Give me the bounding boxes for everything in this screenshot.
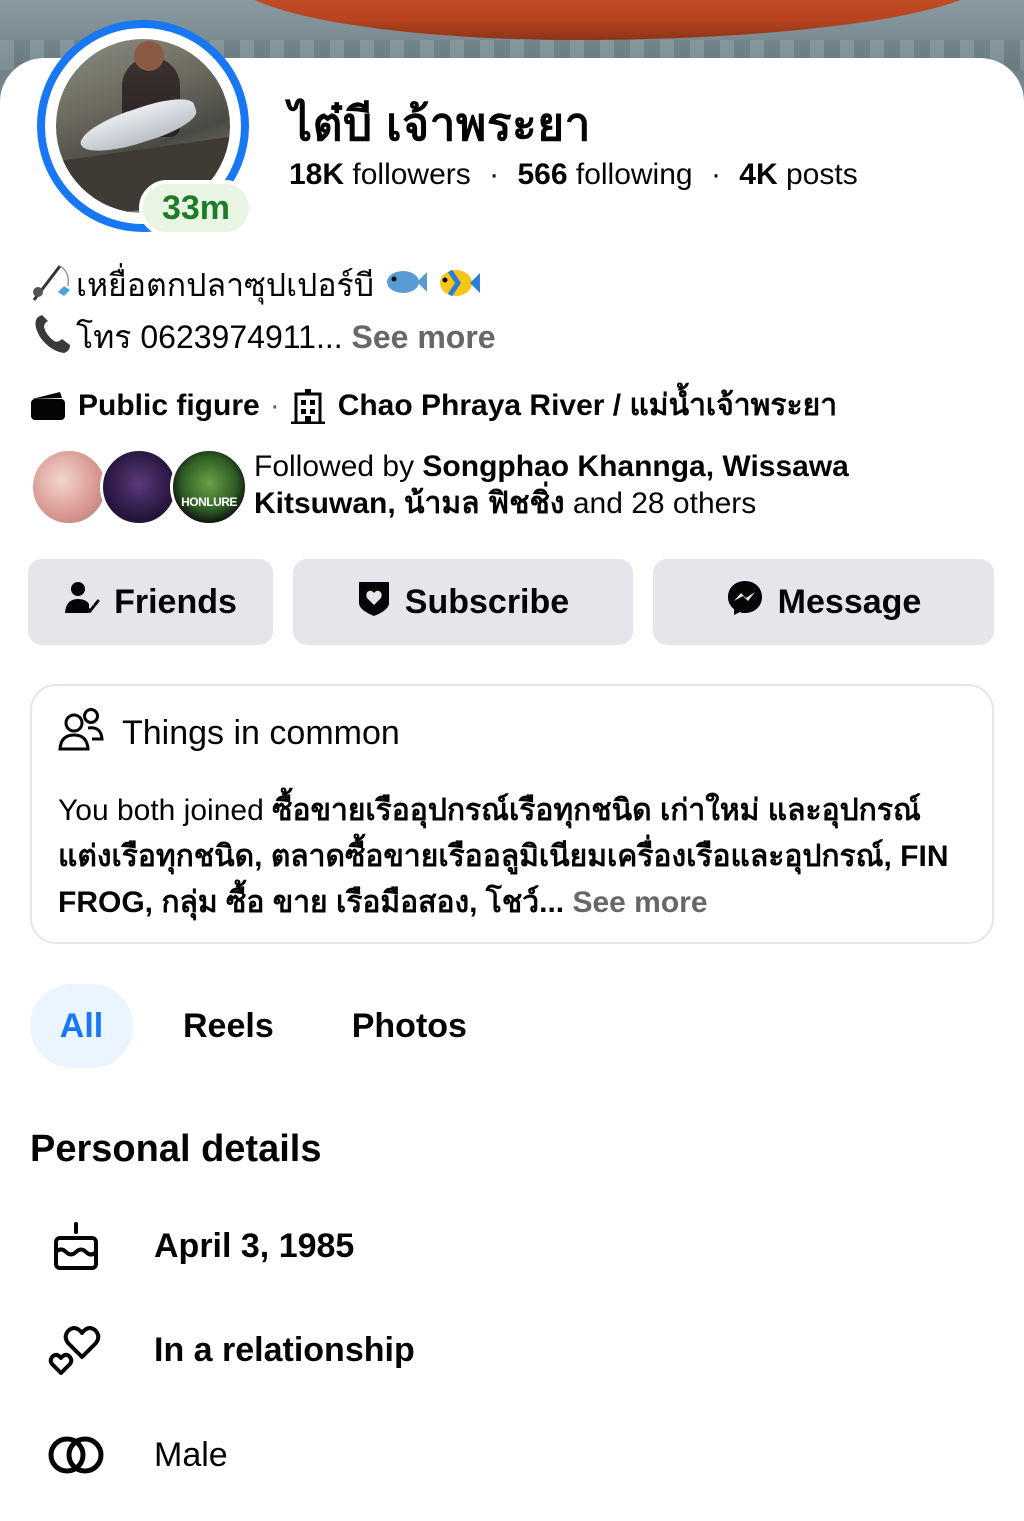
posts-label: posts (785, 158, 858, 191)
cover-boat (230, 0, 990, 40)
bio-text-1: เหยื่อตกปลาซุปเปอร์บี (76, 266, 375, 303)
stat-separator: · (489, 158, 500, 191)
building-icon (290, 388, 326, 424)
common-prefix: You both joined (58, 794, 264, 827)
relationship-row: In a relationship (46, 1320, 415, 1380)
category-text: Public figure (78, 388, 260, 422)
following-count: 566 (517, 158, 568, 191)
followers-stat[interactable]: 18K followers (289, 158, 471, 191)
personal-details-title: Personal details (30, 1128, 322, 1170)
followers-label: followers (352, 158, 471, 191)
friends-button[interactable]: Friends (28, 559, 273, 645)
fishing-rod-icon (30, 262, 76, 313)
common-see-more-link[interactable]: See more (572, 886, 707, 919)
tropical-fish-icon (436, 263, 480, 312)
people-icon (58, 707, 104, 760)
mutual-followers[interactable]: HONLURE Followed by Songphao Khannga, Wi… (30, 448, 894, 526)
hearts-icon (46, 1320, 106, 1380)
gender-value: Male (154, 1435, 228, 1474)
phone-icon (30, 313, 76, 366)
person-check-icon (64, 580, 100, 625)
followers-count: 18K (289, 158, 345, 191)
relationship-value: In a relationship (154, 1330, 415, 1369)
things-in-common-title: Things in common (122, 713, 400, 752)
posts-count: 4K (739, 158, 778, 191)
bio-line-2: โทร 0623974911... See more (30, 313, 496, 366)
tab-reels[interactable]: Reels (183, 984, 274, 1068)
message-button[interactable]: Message (653, 559, 994, 645)
mutual-avatars: HONLURE (30, 448, 248, 526)
following-label: following (575, 158, 693, 191)
things-in-common-card: Things in common You both joined ซื้อขาย… (30, 684, 994, 944)
tab-photos[interactable]: Photos (352, 984, 467, 1068)
message-button-label: Message (777, 582, 922, 621)
profile-tabs: All Reels Photos (30, 984, 467, 1068)
bio-text-2: โทร 0623974911... (76, 318, 343, 355)
mutual-avatar-3: HONLURE (170, 448, 248, 526)
meta-separator: · (269, 388, 280, 422)
mutual-avatar-logo-text: HONLURE (181, 495, 237, 509)
following-stat[interactable]: 566 following (517, 158, 692, 191)
bio-line-1: เหยื่อตกปลาซุปเปอร์บี (30, 262, 496, 313)
followed-by-suffix: and 28 others (572, 487, 757, 520)
subscribe-button-label: Subscribe (404, 582, 570, 621)
profile-name: ไต๋บี เจ้าพระยา (289, 98, 592, 150)
things-in-common-header: Things in common (58, 707, 966, 760)
tab-all[interactable]: All (30, 984, 133, 1068)
profile-stats: 18K followers · 566 following · 4K posts (289, 158, 858, 192)
clapperboard-icon (30, 388, 66, 424)
avatar-head (134, 41, 164, 71)
things-in-common-body: You both joined ซื้อขายเรืออุปกรณ์เรือทุ… (58, 788, 966, 926)
bio-see-more-link[interactable]: See more (352, 319, 496, 355)
birthday-value: April 3, 1985 (154, 1226, 355, 1265)
fish-icon (383, 265, 427, 310)
stat-separator: · (710, 158, 721, 191)
active-status-badge: 33m (139, 180, 253, 236)
subscribe-button[interactable]: Subscribe (293, 559, 633, 645)
shield-heart-icon (357, 579, 391, 626)
mutual-avatar-2 (100, 448, 178, 526)
location-link[interactable]: Chao Phraya River / แม่น้ำเจ้าพระยา (338, 382, 837, 429)
followed-by-text: Followed by Songphao Khannga, Wissawa Ki… (254, 448, 894, 522)
followed-by-prefix: Followed by (254, 450, 415, 483)
posts-stat[interactable]: 4K posts (739, 158, 857, 191)
profile-bio: เหยื่อตกปลาซุปเปอร์บี โทร 0623974911... … (30, 262, 496, 366)
mutual-avatar-1 (30, 448, 108, 526)
cake-icon (46, 1216, 106, 1276)
friends-button-label: Friends (114, 582, 237, 621)
gender-row: Male (46, 1425, 228, 1485)
rings-icon (46, 1425, 106, 1485)
profile-meta: Public figure · Chao Phraya River / แม่น… (30, 382, 837, 429)
messenger-icon (726, 579, 764, 626)
profile-actions: Friends Subscribe Message (28, 559, 994, 645)
birthday-row: April 3, 1985 (46, 1216, 354, 1276)
